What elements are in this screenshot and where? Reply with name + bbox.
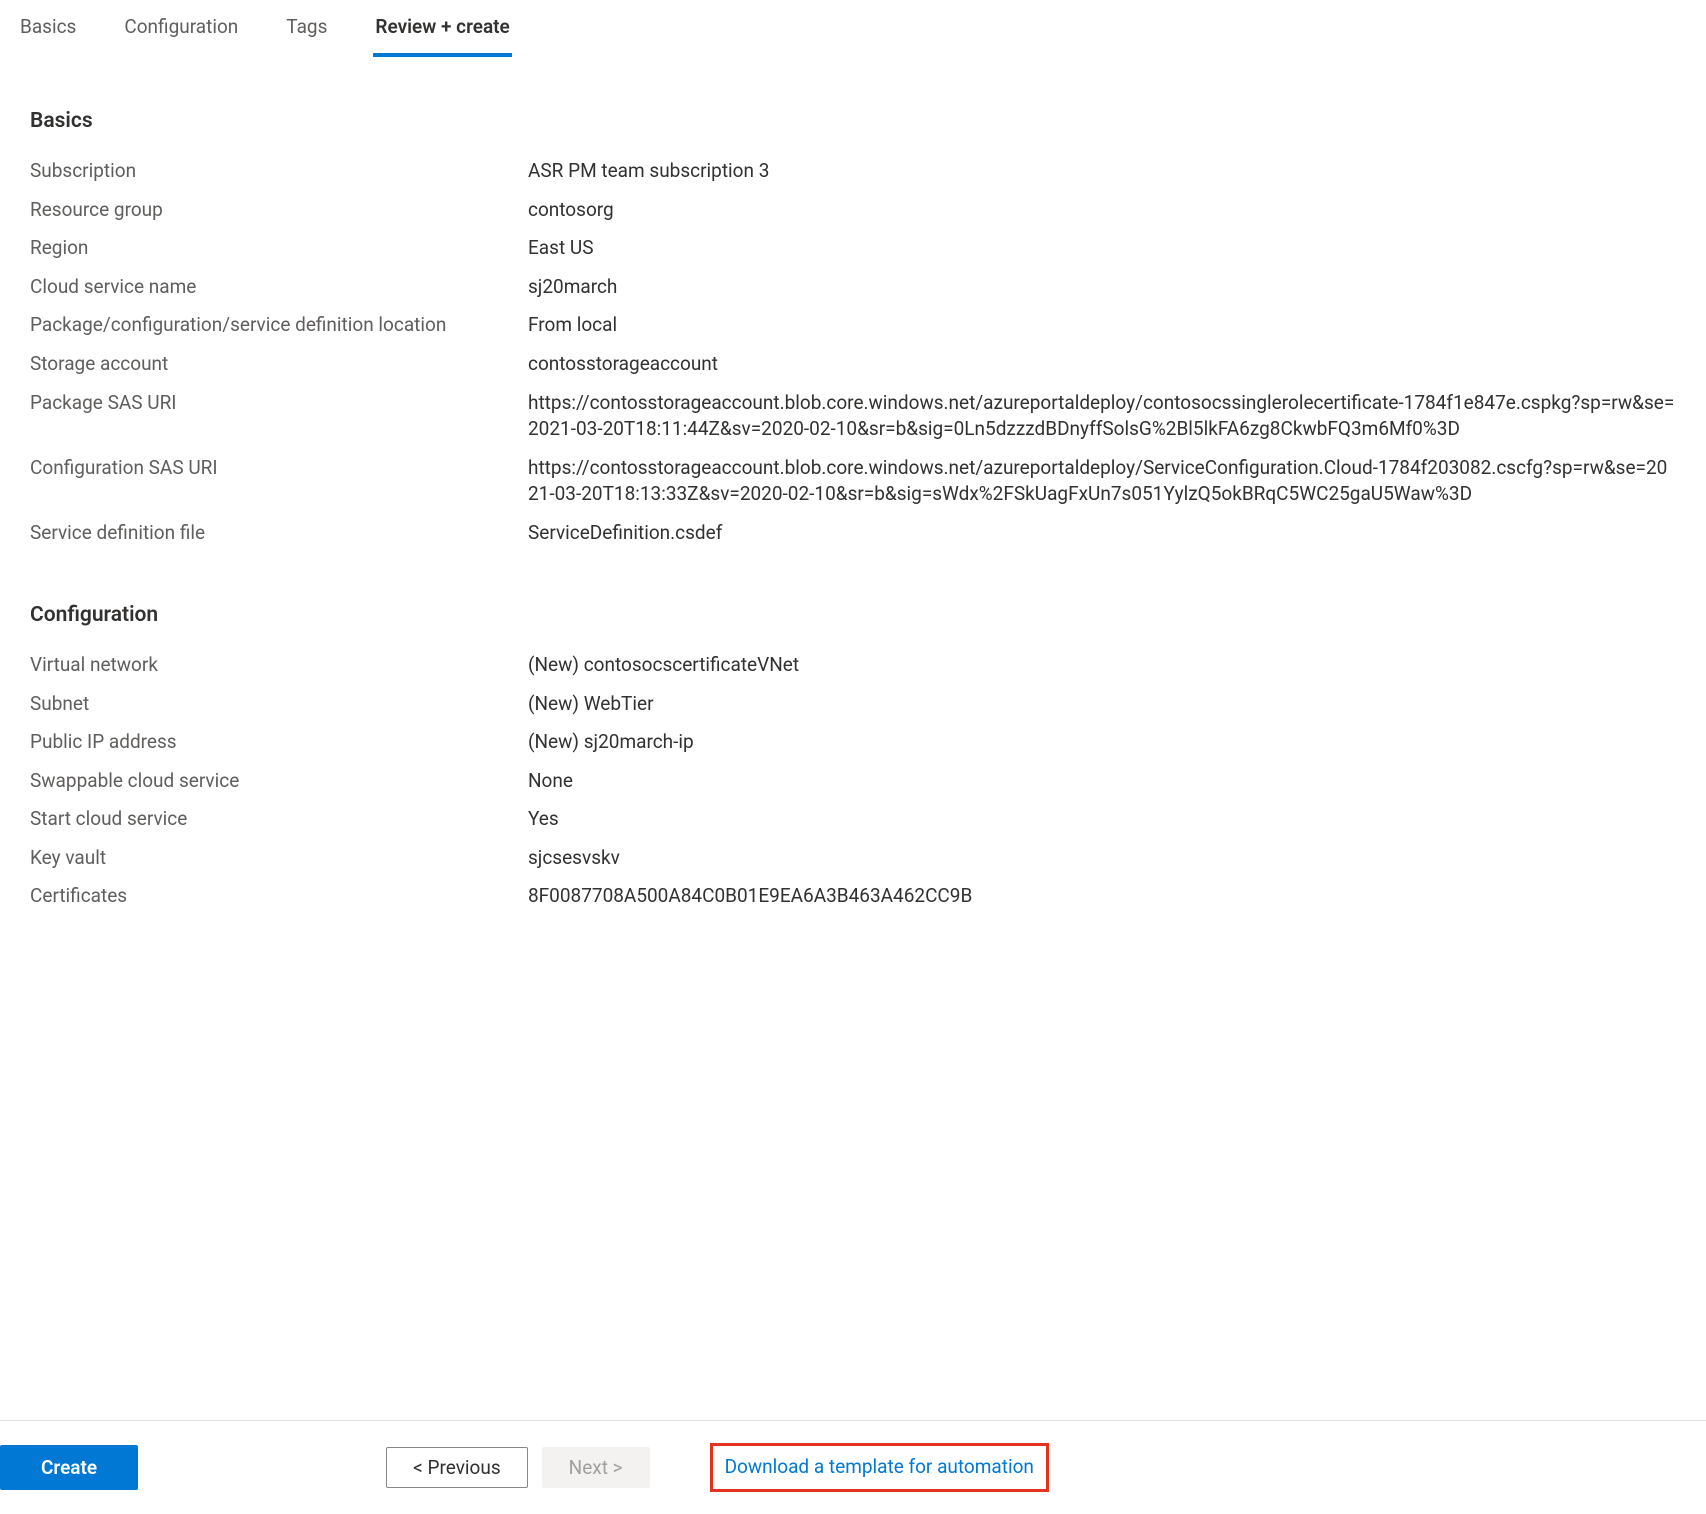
label-storage-account: Storage account xyxy=(30,351,520,378)
row-subscription: Subscription ASR PM team subscription 3 xyxy=(30,158,1676,185)
wizard-footer: Create < Previous Next > Download a temp… xyxy=(0,1420,1706,1514)
value-subnet: (New) WebTier xyxy=(528,691,1676,718)
label-config-sas-uri: Configuration SAS URI xyxy=(30,455,520,482)
value-start-cloud-service: Yes xyxy=(528,806,1676,833)
label-package-location: Package/configuration/service definition… xyxy=(30,312,520,339)
tab-configuration[interactable]: Configuration xyxy=(122,10,240,57)
download-template-link[interactable]: Download a template for automation xyxy=(710,1443,1049,1492)
tab-review-create[interactable]: Review + create xyxy=(373,10,511,57)
label-public-ip: Public IP address xyxy=(30,729,520,756)
value-region: East US xyxy=(528,235,1676,262)
wizard-tabs: Basics Configuration Tags Review + creat… xyxy=(0,0,1706,57)
row-public-ip: Public IP address (New) sj20march-ip xyxy=(30,729,1676,756)
create-button[interactable]: Create xyxy=(0,1445,138,1490)
label-service-definition-file: Service definition file xyxy=(30,520,520,547)
value-subscription: ASR PM team subscription 3 xyxy=(528,158,1676,185)
value-certificates: 8F0087708A500A84C0B01E9EA6A3B463A462CC9B xyxy=(528,883,1676,910)
previous-button[interactable]: < Previous xyxy=(386,1447,528,1488)
label-cloud-service-name: Cloud service name xyxy=(30,274,520,301)
row-start-cloud-service: Start cloud service Yes xyxy=(30,806,1676,833)
tab-tags[interactable]: Tags xyxy=(284,10,329,57)
value-public-ip: (New) sj20march-ip xyxy=(528,729,1676,756)
label-package-sas-uri: Package SAS URI xyxy=(30,390,520,417)
row-service-definition-file: Service definition file ServiceDefinitio… xyxy=(30,520,1676,547)
value-service-definition-file: ServiceDefinition.csdef xyxy=(528,520,1676,547)
value-resource-group: contosorg xyxy=(528,197,1676,224)
value-package-location: From local xyxy=(528,312,1676,339)
row-region: Region East US xyxy=(30,235,1676,262)
row-storage-account: Storage account contosstorageaccount xyxy=(30,351,1676,378)
value-config-sas-uri: https://contosstorageaccount.blob.core.w… xyxy=(528,455,1676,508)
value-cloud-service-name: sj20march xyxy=(528,274,1676,301)
row-virtual-network: Virtual network (New) contosocscertifica… xyxy=(30,652,1676,679)
review-content: Basics Subscription ASR PM team subscrip… xyxy=(0,57,1706,1421)
label-key-vault: Key vault xyxy=(30,845,520,872)
row-cloud-service-name: Cloud service name sj20march xyxy=(30,274,1676,301)
row-package-sas-uri: Package SAS URI https://contosstorageacc… xyxy=(30,390,1676,443)
label-certificates: Certificates xyxy=(30,883,520,910)
row-subnet: Subnet (New) WebTier xyxy=(30,691,1676,718)
section-title-configuration: Configuration xyxy=(30,601,1676,630)
value-storage-account: contosstorageaccount xyxy=(528,351,1676,378)
label-start-cloud-service: Start cloud service xyxy=(30,806,520,833)
section-title-basics: Basics xyxy=(30,107,1676,136)
next-button: Next > xyxy=(542,1447,650,1488)
row-config-sas-uri: Configuration SAS URI https://contosstor… xyxy=(30,455,1676,508)
label-resource-group: Resource group xyxy=(30,197,520,224)
value-virtual-network: (New) contosocscertificateVNet xyxy=(528,652,1676,679)
row-certificates: Certificates 8F0087708A500A84C0B01E9EA6A… xyxy=(30,883,1676,910)
label-swappable-cloud-service: Swappable cloud service xyxy=(30,768,520,795)
value-swappable-cloud-service: None xyxy=(528,768,1676,795)
value-key-vault: sjcsesvskv xyxy=(528,845,1676,872)
label-region: Region xyxy=(30,235,520,262)
row-package-location: Package/configuration/service definition… xyxy=(30,312,1676,339)
label-subnet: Subnet xyxy=(30,691,520,718)
value-package-sas-uri: https://contosstorageaccount.blob.core.w… xyxy=(528,390,1676,443)
label-virtual-network: Virtual network xyxy=(30,652,520,679)
row-swappable-cloud-service: Swappable cloud service None xyxy=(30,768,1676,795)
row-resource-group: Resource group contosorg xyxy=(30,197,1676,224)
row-key-vault: Key vault sjcsesvskv xyxy=(30,845,1676,872)
tab-basics[interactable]: Basics xyxy=(18,10,78,57)
label-subscription: Subscription xyxy=(30,158,520,185)
